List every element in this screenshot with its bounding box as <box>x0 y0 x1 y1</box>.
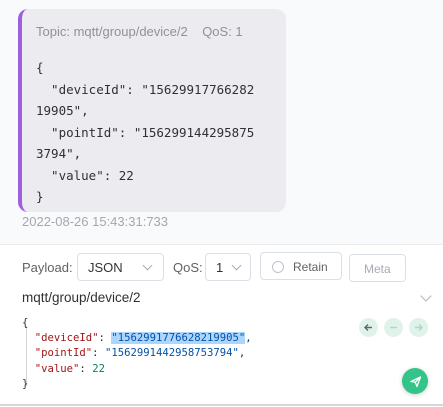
code-key: "value" <box>34 362 80 375</box>
code-string: "1562991776628219905" <box>111 332 246 345</box>
payload-line: } <box>36 189 44 204</box>
chevron-down-icon <box>231 260 242 271</box>
payload-format-value: JSON <box>88 260 123 275</box>
code-number: 22 <box>92 362 105 375</box>
chevron-down-icon <box>142 260 153 271</box>
arrow-left-icon <box>364 324 372 331</box>
arrow-right-icon <box>415 324 423 331</box>
code-key: "pointId" <box>34 347 93 360</box>
meta-label: Meta <box>364 262 391 276</box>
qos-value: 1 <box>216 260 224 275</box>
code-brace: { <box>22 317 29 329</box>
code-brace: } <box>22 377 29 390</box>
topic-input[interactable]: mqtt/group/device/2 <box>22 290 141 305</box>
payload-line: { <box>36 60 44 75</box>
qos-select[interactable]: 1 <box>205 253 251 281</box>
next-history-button[interactable] <box>409 318 428 337</box>
minus-icon <box>390 326 397 329</box>
received-message-bubble: Topic: mqtt/group/device/2 QoS: 1 { "dev… <box>18 9 286 212</box>
retain-toggle[interactable]: Retain <box>260 252 342 280</box>
payload-line: 3794", <box>36 146 82 161</box>
payload-code: { "deviceId": "1562991776628219905", "po… <box>22 317 252 390</box>
send-button[interactable] <box>402 368 428 394</box>
previous-history-button[interactable] <box>359 318 378 337</box>
clear-history-button[interactable] <box>384 318 403 337</box>
code-key: "deviceId" <box>34 332 99 345</box>
message-payload: { "deviceId": "15629917766282 19905", "p… <box>36 57 254 208</box>
qos-label: QoS: <box>173 260 203 275</box>
meta-button[interactable]: Meta <box>349 254 406 282</box>
message-timestamp: 2022-08-26 15:43:31:733 <box>22 214 169 229</box>
payload-line: 19905", <box>36 103 89 118</box>
code-string: "1562991442958753794" <box>104 347 239 360</box>
payload-line: "value": 22 <box>36 167 134 183</box>
chevron-down-icon[interactable] <box>420 290 432 302</box>
retain-radio-icon <box>272 261 284 273</box>
payload-line: "deviceId": "15629917766282 <box>36 81 255 97</box>
retain-label: Retain <box>293 260 328 274</box>
payload-format-select[interactable]: JSON <box>77 253 164 281</box>
payload-line: "pointId": "156299144295875 <box>36 124 255 140</box>
send-icon <box>409 375 421 387</box>
message-topic-info: Topic: mqtt/group/device/2 QoS: 1 <box>36 24 243 39</box>
message-list: Topic: mqtt/group/device/2 QoS: 1 { "dev… <box>0 0 443 244</box>
payload-label: Payload: <box>22 260 73 275</box>
